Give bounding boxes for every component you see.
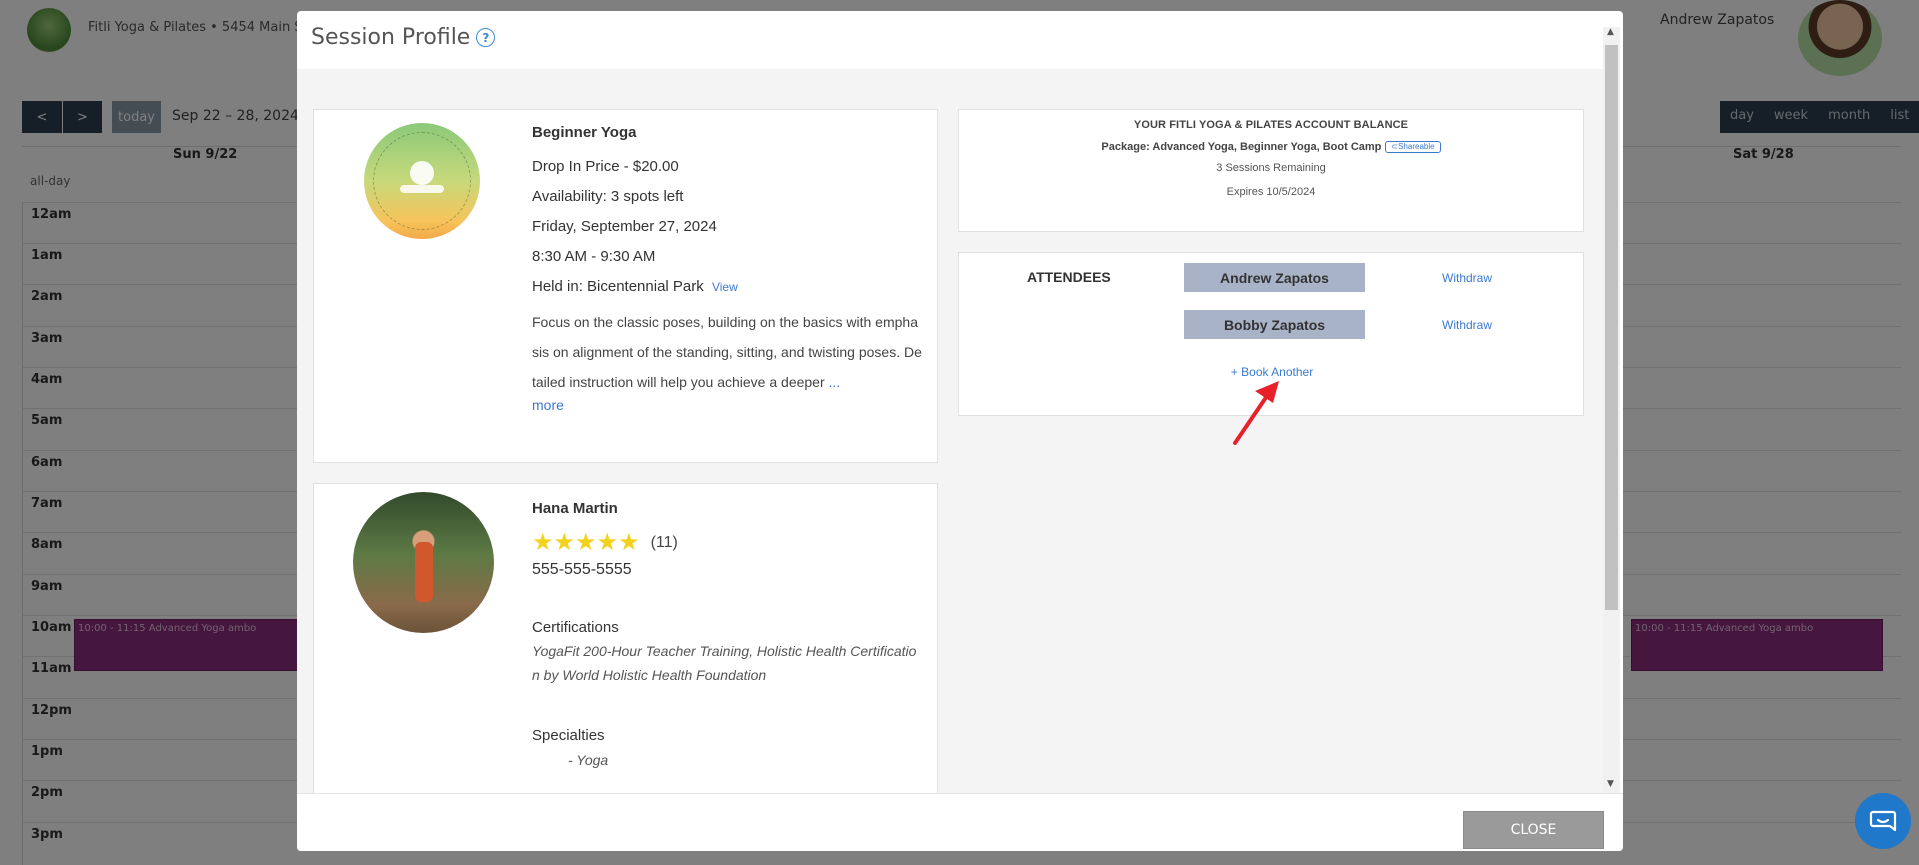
- chat-icon: [1869, 810, 1897, 832]
- read-more-link[interactable]: more: [532, 397, 927, 413]
- session-card: Beginner Yoga Drop In Price - $20.00 Ava…: [313, 109, 938, 463]
- certifications-text: YogaFit 200-Hour Teacher Training, Holis…: [532, 643, 917, 683]
- view-location-link[interactable]: View: [712, 280, 738, 294]
- instructor-phone: 555-555-5555: [532, 561, 632, 578]
- instructor-card: Hana Martin ★★★★★ (11) 555-555-5555 Cert…: [313, 483, 938, 793]
- scroll-down-icon[interactable]: ▼: [1607, 779, 1614, 789]
- package-text: Package: Advanced Yoga, Beginner Yoga, B…: [1101, 141, 1382, 153]
- fitli-logo-icon: [363, 122, 480, 239]
- modal-body: Beginner Yoga Drop In Price - $20.00 Ava…: [297, 69, 1603, 793]
- session-date: Friday, September 27, 2024: [532, 218, 717, 235]
- instructor-name[interactable]: Hana Martin: [532, 500, 927, 517]
- modal-title: Session Profile ?: [311, 25, 496, 50]
- annotation-arrow-icon: [1233, 381, 1279, 445]
- instructor-photo: [353, 492, 494, 633]
- attendees-card: ATTENDEES Andrew Zapatos Withdraw Bobby …: [958, 252, 1585, 445]
- location-text: Held in: Bicentennial Park: [532, 278, 704, 295]
- session-time: 8:30 AM - 9:30 AM: [532, 248, 656, 265]
- book-another-link[interactable]: + Book Another: [959, 365, 1585, 379]
- modal-footer: CLOSE: [297, 793, 1623, 851]
- specialty-item: - Yoga: [568, 752, 609, 768]
- session-title: Beginner Yoga: [532, 124, 637, 141]
- certifications-heading: Certifications: [532, 619, 619, 636]
- session-availability: Availability: 3 spots left: [532, 188, 684, 205]
- rating-count: (11): [650, 534, 678, 551]
- help-icon[interactable]: ?: [476, 28, 496, 47]
- attendee-name: Andrew Zapatos: [1184, 263, 1365, 292]
- account-balance-card: YOUR FITLI YOGA & PILATES ACCOUNT BALANC…: [958, 109, 1584, 232]
- attendee-name: Bobby Zapatos: [1184, 310, 1365, 339]
- chat-support-button[interactable]: [1855, 793, 1911, 849]
- package-expiration: Expires 10/5/2024: [1226, 186, 1316, 198]
- session-price: Drop In Price - $20.00: [532, 158, 679, 175]
- shareable-badge: ⊂Shareable: [1385, 141, 1441, 153]
- close-button[interactable]: CLOSE: [1463, 811, 1604, 849]
- specialties-heading: Specialties: [532, 727, 605, 744]
- withdraw-link[interactable]: Withdraw: [1442, 271, 1492, 285]
- description-ellipsis: ...: [828, 374, 841, 390]
- session-description: Focus on the classic poses, building on …: [532, 307, 922, 397]
- account-package: Package: Advanced Yoga, Beginner Yoga, B…: [959, 141, 1583, 153]
- description-text: Focus on the classic poses, building on …: [532, 314, 922, 390]
- star-rating-icon: ★★★★★: [532, 529, 640, 556]
- scroll-up-icon[interactable]: ▲: [1607, 27, 1614, 37]
- sessions-remaining: 3 Sessions Remaining: [1216, 162, 1326, 174]
- session-info: Beginner Yoga Drop In Price - $20.00 Ava…: [532, 124, 927, 413]
- account-balance-title: YOUR FITLI YOGA & PILATES ACCOUNT BALANC…: [1133, 119, 1409, 131]
- instructor-rating: ★★★★★ (11): [532, 531, 927, 555]
- session-logo: [351, 120, 492, 241]
- session-profile-modal: Session Profile ? Beginner Yoga Drop In …: [297, 11, 1623, 851]
- instructor-info: Hana Martin ★★★★★ (11) 555-555-5555 Cert…: [532, 500, 927, 768]
- session-location: Held in: Bicentennial Park View: [532, 277, 927, 297]
- modal-scrollbar[interactable]: ▲ ▼: [1603, 27, 1620, 793]
- withdraw-link[interactable]: Withdraw: [1442, 318, 1492, 332]
- modal-title-text: Session Profile: [311, 25, 471, 50]
- scrollbar-thumb[interactable]: [1605, 45, 1618, 610]
- attendees-label: ATTENDEES: [1027, 269, 1111, 285]
